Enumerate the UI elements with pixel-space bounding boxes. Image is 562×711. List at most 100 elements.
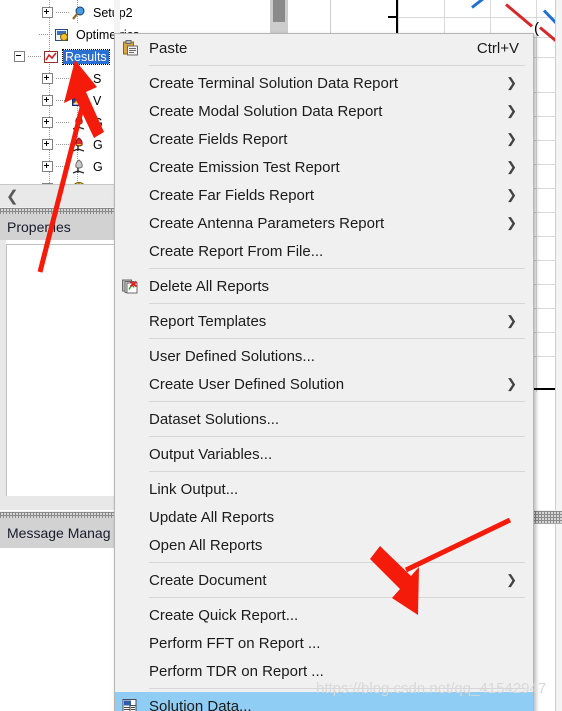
field-icon bbox=[71, 114, 87, 131]
menu-separator bbox=[149, 65, 525, 66]
menu-separator bbox=[149, 597, 525, 598]
plot-y-tick bbox=[388, 16, 396, 18]
menu-item-label: Create User Defined Solution bbox=[149, 375, 345, 393]
menu-item-label: Report Templates bbox=[149, 312, 267, 330]
delete-reports-icon bbox=[121, 278, 139, 295]
tree-item-g[interactable]: G bbox=[42, 134, 105, 155]
background-filler bbox=[288, 0, 331, 33]
chevron-right-icon: ❯ bbox=[506, 159, 517, 174]
properties-panel-left-margin bbox=[0, 240, 6, 510]
menu-item-perform-fft-on-report[interactable]: Perform FFT on Report ... bbox=[115, 629, 533, 657]
menu-item-dataset-solutions[interactable]: Dataset Solutions... bbox=[115, 405, 533, 433]
menu-item-create-document[interactable]: Create Document ❯ bbox=[115, 566, 533, 594]
menu-separator bbox=[149, 401, 525, 402]
background-scrollbar-thumb[interactable] bbox=[273, 0, 285, 22]
report-icon bbox=[71, 93, 87, 109]
menu-item-label: Update All Reports bbox=[149, 508, 275, 526]
menu-item-create-quick-report[interactable]: Create Quick Report... bbox=[115, 601, 533, 629]
menu-separator bbox=[149, 471, 525, 472]
menu-item-label: Paste bbox=[149, 39, 188, 57]
menu-item-label: Create Fields Report bbox=[149, 130, 288, 148]
menu-item-label: Create Emission Test Report bbox=[149, 158, 340, 176]
right-edge-strip bbox=[555, 0, 562, 711]
menu-item-label: Create Terminal Solution Data Report bbox=[149, 74, 399, 92]
tree-item-label: Results bbox=[62, 48, 110, 65]
chevron-left-icon[interactable]: ❮ bbox=[6, 189, 19, 204]
menu-item-create-antenna-parameters-report[interactable]: Create Antenna Parameters Report ❯ bbox=[115, 209, 533, 237]
menu-item-create-report-from-file[interactable]: Create Report From File... bbox=[115, 237, 533, 265]
menu-item-open-all-reports[interactable]: Open All Reports bbox=[115, 531, 533, 559]
menu-item-label: Link Output... bbox=[149, 480, 239, 498]
menu-item-create-terminal-solution-data-report[interactable]: Create Terminal Solution Data Report ❯ bbox=[115, 69, 533, 97]
chevron-right-icon: ❯ bbox=[506, 215, 517, 230]
tree-item-v[interactable]: V bbox=[42, 90, 103, 111]
menu-item-create-far-fields-report[interactable]: Create Far Fields Report ❯ bbox=[115, 181, 533, 209]
tree-item-label: G bbox=[93, 159, 103, 174]
chevron-right-icon: ❯ bbox=[506, 376, 517, 391]
menu-item-label: Create Antenna Parameters Report bbox=[149, 214, 385, 232]
menu-item-create-fields-report[interactable]: Create Fields Report ❯ bbox=[115, 125, 533, 153]
tree-item-label: G bbox=[93, 137, 103, 152]
menu-item-paste[interactable]: Paste Ctrl+V bbox=[115, 34, 533, 62]
tree-connector-dots bbox=[56, 12, 69, 13]
tree-item-g[interactable]: G bbox=[42, 112, 105, 133]
menu-item-label: Create Modal Solution Data Report bbox=[149, 102, 383, 120]
tree-connector-dots bbox=[56, 122, 69, 123]
menu-item-user-defined-solutions[interactable]: User Defined Solutions... bbox=[115, 342, 533, 370]
properties-panel-body bbox=[6, 244, 116, 498]
tree-item-g[interactable]: G bbox=[42, 156, 105, 177]
results-context-menu[interactable]: Paste Ctrl+V Create Terminal Solution Data… bbox=[114, 33, 534, 711]
tree-item-label: Setup2 bbox=[93, 5, 133, 20]
tree-connector-dots bbox=[28, 56, 41, 57]
expand-icon[interactable] bbox=[42, 95, 53, 106]
tree-connector-dots bbox=[56, 100, 69, 101]
screenshot-root: -5.00 bbox=[0, 0, 562, 711]
chevron-right-icon: ❯ bbox=[506, 75, 517, 90]
menu-item-create-user-defined-solution[interactable]: Create User Defined Solution ❯ bbox=[115, 370, 533, 398]
menu-item-label: Dataset Solutions... bbox=[149, 410, 280, 428]
tree-item-results[interactable]: Results bbox=[14, 46, 110, 67]
expand-icon[interactable] bbox=[42, 7, 53, 18]
tree-item-label: G bbox=[93, 115, 103, 130]
properties-panel-title: Properties bbox=[0, 214, 127, 240]
plot-gridline-horizontal bbox=[396, 17, 562, 18]
tree-item-s[interactable]: S bbox=[42, 68, 103, 89]
menu-item-label: Create Report From File... bbox=[149, 242, 324, 260]
menu-item-output-variables[interactable]: Output Variables... bbox=[115, 440, 533, 468]
menu-item-label: Create Far Fields Report bbox=[149, 186, 315, 204]
menu-item-label: Output Variables... bbox=[149, 445, 273, 463]
chevron-right-icon: ❯ bbox=[506, 187, 517, 202]
menu-separator bbox=[149, 303, 525, 304]
plot-curve-segment bbox=[505, 3, 534, 28]
field-icon bbox=[71, 136, 87, 153]
plot-curve-segment bbox=[471, 0, 489, 9]
menu-item-create-modal-solution-data-report[interactable]: Create Modal Solution Data Report ❯ bbox=[115, 97, 533, 125]
optimetrics-icon bbox=[54, 27, 70, 43]
menu-separator bbox=[149, 562, 525, 563]
menu-item-label: Open All Reports bbox=[149, 536, 263, 554]
expand-icon[interactable] bbox=[42, 161, 53, 172]
tree-item-label: V bbox=[93, 93, 102, 108]
expand-icon[interactable] bbox=[42, 139, 53, 150]
tree-item-label: S bbox=[93, 71, 102, 86]
expand-icon[interactable] bbox=[42, 73, 53, 84]
menu-item-report-templates[interactable]: Report Templates ❯ bbox=[115, 307, 533, 335]
menu-item-label: Create Document bbox=[149, 571, 267, 589]
tree-connector-dots bbox=[56, 78, 69, 79]
menu-item-link-output[interactable]: Link Output... bbox=[115, 475, 533, 503]
context-menu-items: Paste Ctrl+V Create Terminal Solution Data… bbox=[115, 34, 533, 711]
menu-item-label: Solution Data... bbox=[149, 697, 252, 711]
menu-separator bbox=[149, 338, 525, 339]
plot-gridline-vertical bbox=[536, 0, 537, 392]
expand-icon[interactable] bbox=[42, 117, 53, 128]
menu-item-shortcut: Ctrl+V bbox=[476, 39, 519, 57]
collapse-icon[interactable] bbox=[14, 51, 25, 62]
menu-item-delete-all-reports[interactable]: Delete All Reports bbox=[115, 272, 533, 300]
tree-item-setup2[interactable]: Setup2 bbox=[42, 2, 135, 23]
panel-collapse-bar[interactable]: ❮ bbox=[0, 184, 120, 209]
menu-item-create-emission-test-report[interactable]: Create Emission Test Report ❯ bbox=[115, 153, 533, 181]
menu-item-update-all-reports[interactable]: Update All Reports bbox=[115, 503, 533, 531]
report-icon bbox=[71, 71, 87, 87]
menu-item-label: Create Quick Report... bbox=[149, 606, 299, 624]
chevron-right-icon: ❯ bbox=[506, 313, 517, 328]
